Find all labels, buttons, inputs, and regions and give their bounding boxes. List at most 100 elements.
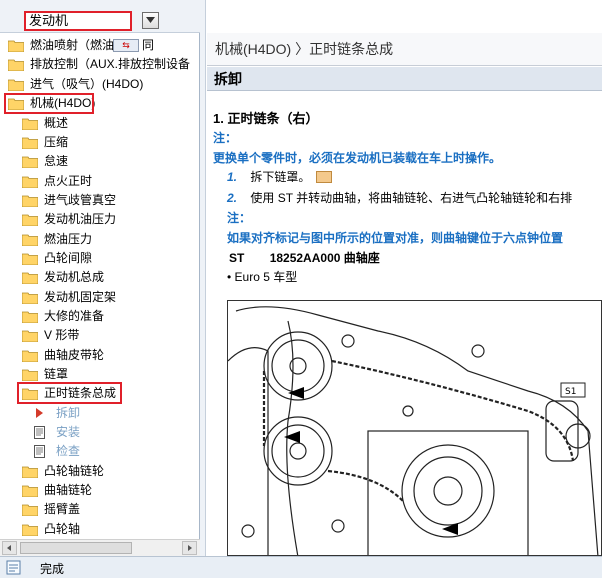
tree-node-intake-vacuum[interactable]: 进气歧管真空 bbox=[22, 191, 200, 210]
tree-horizontal-scrollbar[interactable] bbox=[0, 539, 200, 556]
folder-open-icon bbox=[22, 388, 38, 400]
chevron-down-icon bbox=[146, 17, 155, 23]
tree-node-engine-assembly[interactable]: 发动机总成 bbox=[22, 268, 200, 287]
folder-icon bbox=[22, 504, 38, 516]
step-2: 2. 使用 ST 并转动曲轴，将曲轴链轮、右进气凸轮轴链轮和右排 bbox=[227, 189, 572, 206]
folder-icon bbox=[8, 40, 24, 52]
step-number: 1. bbox=[227, 170, 238, 184]
special-tool: ST 18252AA000 曲轴座 bbox=[229, 249, 380, 266]
manual-tree: 燃油喷射（燃油 ⇆ 同 排放控制（AUX.排放控制设备 进气（吸气）(H4DO)… bbox=[0, 34, 200, 539]
note-label: 注： bbox=[213, 131, 238, 145]
tree-node-label: 曲轴皮带轮 bbox=[44, 348, 105, 362]
folder-icon bbox=[22, 176, 38, 188]
tree-node-label: 排放控制（AUX.排放控制设备 bbox=[30, 57, 191, 71]
status-bar: 完成 bbox=[0, 556, 602, 578]
tree-node-cam-sprocket[interactable]: 凸轮轴链轮 bbox=[22, 462, 200, 481]
folder-icon bbox=[22, 466, 38, 478]
folder-icon bbox=[22, 311, 38, 323]
tree-leaf-install[interactable]: 安装 bbox=[34, 423, 200, 442]
manual-combo[interactable]: 发动机 bbox=[24, 11, 132, 31]
tree-leaf-label: 拆卸 bbox=[56, 406, 81, 420]
folder-icon bbox=[22, 234, 38, 246]
pane-splitter[interactable] bbox=[200, 0, 206, 556]
tree-node-label: 进气歧管真空 bbox=[44, 193, 117, 207]
exchange-icon[interactable]: ⇆ bbox=[113, 39, 139, 52]
tree-node-camshaft[interactable]: 凸轮轴 bbox=[22, 520, 200, 539]
tree-node-compression[interactable]: 压缩 bbox=[22, 133, 200, 152]
scroll-left-button[interactable] bbox=[2, 541, 17, 555]
tree-node-label: 点火正时 bbox=[44, 174, 93, 188]
tree-node-label: 进气（吸气）(H4DO) bbox=[30, 77, 144, 91]
tree-leaf-inspect[interactable]: 检查 bbox=[34, 442, 200, 461]
step-1: 1. 拆下链罩。 bbox=[227, 168, 332, 185]
tree-node-crank-sprocket[interactable]: 曲轴链轮 bbox=[22, 481, 200, 500]
folder-icon bbox=[22, 195, 38, 207]
combo-dropdown-button[interactable] bbox=[142, 12, 159, 29]
tree-node-fuel-injection[interactable]: 燃油喷射（燃油 ⇆ 同 bbox=[8, 36, 200, 55]
procedure-heading: 1. 正时链条（右） bbox=[213, 111, 319, 126]
tree-node-label: 燃油喷射（燃油 bbox=[30, 38, 115, 52]
folder-icon bbox=[22, 330, 38, 342]
tree-node-label: 曲轴链轮 bbox=[44, 483, 93, 497]
tree-node-emission-control[interactable]: 排放控制（AUX.排放控制设备 bbox=[8, 55, 200, 74]
page-icon bbox=[6, 560, 21, 575]
tree-node-engine-mount[interactable]: 发动机固定架 bbox=[22, 288, 200, 307]
tree-node-intake[interactable]: 进气（吸气）(H4DO) bbox=[8, 75, 200, 94]
tree-node-oil-pressure[interactable]: 发动机油压力 bbox=[22, 210, 200, 229]
step-text: 使用 ST 并转动曲轴，将曲轴链轮、右进气凸轮轴链轮和右排 bbox=[250, 191, 573, 205]
tree-node-label: 大修的准备 bbox=[44, 309, 105, 323]
arrow-right-icon bbox=[36, 408, 43, 418]
tree-node-label: 燃油压力 bbox=[44, 232, 93, 246]
tree-node-timing-chain[interactable]: 正时链条总成 bbox=[22, 384, 200, 403]
folder-icon bbox=[22, 253, 38, 265]
tree-node-v-belt[interactable]: V 形带 bbox=[22, 326, 200, 345]
tree-node-idle[interactable]: 怠速 bbox=[22, 152, 200, 171]
tree-node-chain-cover[interactable]: 链罩 bbox=[22, 365, 200, 384]
st-text: 18252AA000 曲轴座 bbox=[269, 251, 380, 265]
tree-node-rocker-cover[interactable]: 摇臂盖 bbox=[22, 500, 200, 519]
tree-node-label: 发动机固定架 bbox=[44, 290, 117, 304]
tree-node-label: 凸轮间隙 bbox=[44, 251, 93, 265]
section-title: 拆卸 bbox=[207, 67, 602, 91]
scroll-right-button[interactable] bbox=[182, 541, 197, 555]
content-pane: 机械(H4DO) 〉正时链条总成 拆卸 1. 正时链条（右） 注： 更换单个零件… bbox=[207, 0, 602, 556]
folder-open-icon bbox=[8, 98, 24, 110]
tree-overlay-text: 同 bbox=[142, 38, 155, 52]
engine-diagram: S1 bbox=[228, 306, 599, 555]
breadcrumb: 机械(H4DO) 〉正时链条总成 bbox=[207, 33, 602, 66]
tree-node-label: 机械(H4DO) bbox=[30, 96, 96, 110]
tree-node-valve-clearance[interactable]: 凸轮间隙 bbox=[22, 249, 200, 268]
arrow-left-icon bbox=[7, 545, 11, 551]
chain-icon[interactable] bbox=[315, 171, 332, 183]
scroll-thumb[interactable] bbox=[20, 542, 132, 554]
folder-icon bbox=[22, 214, 38, 226]
document-icon bbox=[34, 426, 45, 439]
folder-icon bbox=[8, 59, 24, 71]
tree-node-label: 凸轮轴链轮 bbox=[44, 464, 105, 478]
folder-icon bbox=[22, 524, 38, 536]
tree-node-mechanical[interactable]: 机械(H4DO) bbox=[8, 94, 200, 113]
tree-node-fuel-pressure[interactable]: 燃油压力 bbox=[22, 230, 200, 249]
folder-icon bbox=[22, 137, 38, 149]
tree-node-overview[interactable]: 概述 bbox=[22, 114, 200, 133]
tree-leaf-label: 安装 bbox=[56, 425, 81, 439]
tree-node-crank-pulley[interactable]: 曲轴皮带轮 bbox=[22, 346, 200, 365]
note-label: 注： bbox=[227, 211, 252, 225]
tree-node-overhaul-prep[interactable]: 大修的准备 bbox=[22, 307, 200, 326]
folder-icon bbox=[8, 79, 24, 91]
tree-node-label: 压缩 bbox=[44, 135, 69, 149]
tree-node-label: 摇臂盖 bbox=[44, 502, 81, 516]
folder-icon bbox=[22, 118, 38, 130]
tree-leaf-label: 检查 bbox=[56, 444, 81, 458]
timing-chain-figure: S1 bbox=[227, 300, 602, 556]
folder-icon bbox=[22, 485, 38, 497]
tree-leaf-removal[interactable]: 拆卸 bbox=[36, 404, 200, 423]
folder-icon bbox=[22, 292, 38, 304]
tree-node-ignition-timing[interactable]: 点火正时 bbox=[22, 172, 200, 191]
tree-node-label: 发动机总成 bbox=[44, 270, 105, 284]
document-icon bbox=[34, 445, 45, 458]
note-text: 如果对齐标记与图中所示的位置对准，则曲轴键位于六点钟位置 bbox=[227, 231, 564, 245]
folder-icon bbox=[22, 272, 38, 284]
status-text: 完成 bbox=[40, 562, 65, 576]
st-label: ST bbox=[229, 251, 245, 265]
